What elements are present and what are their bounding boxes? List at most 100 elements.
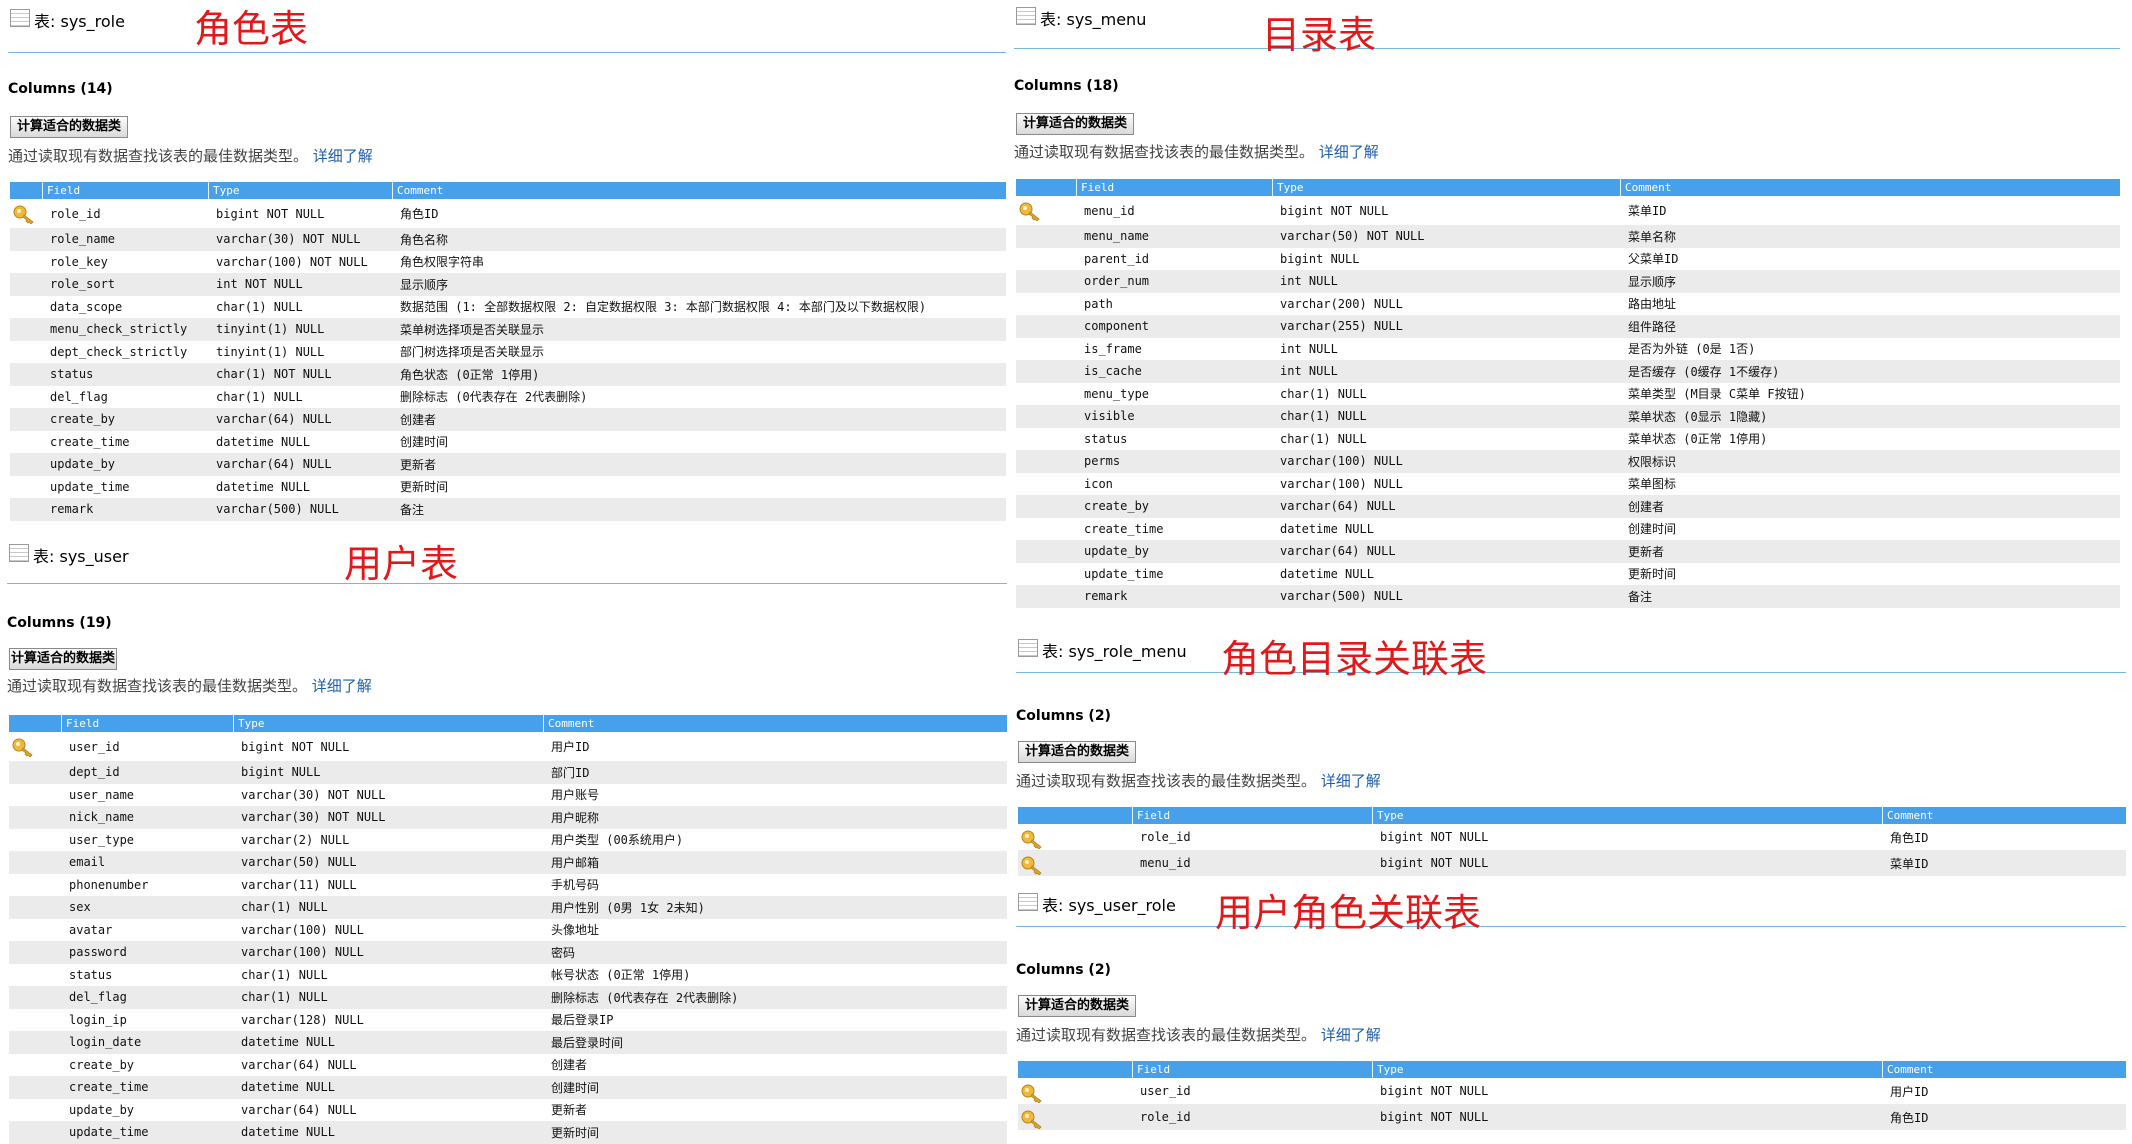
header-comment[interactable]: Comment <box>1620 179 2120 196</box>
table-row[interactable]: role_key varchar(100) NOT NULL 角色权限字符串 <box>10 251 1006 274</box>
table-header: 表: sys_role_menu 角色目录关联表 <box>1016 630 2126 681</box>
table-row[interactable]: create_by varchar(64) NULL 创建者 <box>10 408 1006 431</box>
table-row[interactable]: update_time datetime NULL 更新时间 <box>9 1121 1007 1144</box>
table-row[interactable]: status char(1) NOT NULL 角色状态 (0正常 1停用) <box>10 363 1006 386</box>
table-row[interactable]: dept_id bigint NULL 部门ID <box>9 761 1007 784</box>
table-row[interactable]: create_by varchar(64) NULL 创建者 <box>1016 495 2120 518</box>
calc-datatype-button[interactable]: 计算适合的数据类 <box>1018 995 1136 1017</box>
table-row[interactable]: menu_id bigint NOT NULL 菜单ID <box>1016 196 2120 225</box>
header-type[interactable]: Type <box>233 715 543 732</box>
table-row[interactable]: role_id bigint NOT NULL 角色ID <box>1018 824 2126 850</box>
table-name: 表: sys_role <box>34 12 125 31</box>
cell-field: create_by <box>1084 499 1150 514</box>
table-row[interactable]: menu_check_strictly tinyint(1) NULL 菜单树选择项… <box>10 318 1006 341</box>
table-row[interactable]: update_by varchar(64) NULL 更新者 <box>10 453 1006 476</box>
header-type[interactable]: Type <box>1272 179 1620 196</box>
table-row[interactable]: password varchar(100) NULL 密码 <box>9 941 1007 964</box>
table-row[interactable]: remark varchar(500) NULL 备注 <box>10 498 1006 521</box>
table-row[interactable]: role_id bigint NOT NULL 角色ID <box>10 199 1006 228</box>
learn-more-link[interactable]: 详细了解 <box>313 147 373 165</box>
calc-datatype-button[interactable]: 计算适合的数据类 <box>9 648 117 670</box>
header-field[interactable]: Field <box>1132 1061 1372 1078</box>
table-row[interactable]: is_cache int NULL 是否缓存 (0缓存 1不缓存) <box>1016 360 2120 383</box>
table-row[interactable]: avatar varchar(100) NULL 头像地址 <box>9 919 1007 942</box>
header-type[interactable]: Type <box>1372 807 1882 824</box>
cell-type: varchar(64) NULL <box>241 1102 357 1117</box>
table-row[interactable]: update_time datetime NULL 更新时间 <box>10 476 1006 499</box>
cell-field: role_name <box>50 232 116 247</box>
table-row[interactable]: login_ip varchar(128) NULL 最后登录IP <box>9 1009 1007 1032</box>
learn-more-link[interactable]: 详细了解 <box>1321 1026 1381 1044</box>
table-row[interactable]: data_scope char(1) NULL 数据范围 (1: 全部数据权限 2:… <box>10 296 1006 319</box>
description: 通过读取现有数据查找该表的最佳数据类型。 详细了解 <box>1014 141 1379 162</box>
cell-comment: 创建者 <box>551 1058 588 1073</box>
table-row[interactable]: del_flag char(1) NULL 删除标志 (0代表存在 2代表删除) <box>10 386 1006 409</box>
table-row[interactable]: create_by varchar(64) NULL 创建者 <box>9 1054 1007 1077</box>
table-row[interactable]: icon varchar(100) NULL 菜单图标 <box>1016 473 2120 496</box>
table-row[interactable]: perms varchar(100) NULL 权限标识 <box>1016 450 2120 473</box>
cell-comment: 角色ID <box>400 207 439 221</box>
panel-sys-role: 表: sys_role 角色表 Columns (14) 计算适合的数据类 通过… <box>8 0 1006 535</box>
table-row[interactable]: role_name varchar(30) NOT NULL 角色名称 <box>10 228 1006 251</box>
description-text: 通过读取现有数据查找该表的最佳数据类型。 <box>1016 772 1317 790</box>
columns-table: Field Type Comment user_id bigint NOT NUL… <box>1018 1061 2126 1130</box>
header-comment[interactable]: Comment <box>543 715 1007 732</box>
header-comment[interactable]: Comment <box>392 182 1006 199</box>
table-row[interactable]: del_flag char(1) NULL 删除标志 (0代表存在 2代表删除) <box>9 986 1007 1009</box>
header-field[interactable]: Field <box>1076 179 1272 196</box>
header-field[interactable]: Field <box>42 182 208 199</box>
table-row[interactable]: status char(1) NULL 菜单状态 (0正常 1停用) <box>1016 428 2120 451</box>
cell-type: datetime NULL <box>1280 566 1374 581</box>
cell-comment: 最后登录IP <box>551 1013 614 1028</box>
table-row[interactable]: user_id bigint NOT NULL 用户ID <box>1018 1078 2126 1104</box>
table-row[interactable]: dept_check_strictly tinyint(1) NULL 部门树选择项… <box>10 341 1006 364</box>
table-row[interactable]: status char(1) NULL 帐号状态 (0正常 1停用) <box>9 964 1007 987</box>
cell-field: role_key <box>50 254 108 269</box>
calc-datatype-button[interactable]: 计算适合的数据类 <box>10 116 128 138</box>
calc-datatype-button[interactable]: 计算适合的数据类 <box>1016 113 1134 135</box>
table-row[interactable]: role_sort int NOT NULL 显示顺序 <box>10 273 1006 296</box>
cell-field: user_id <box>1140 1084 1191 1098</box>
cell-comment: 部门ID <box>551 765 590 780</box>
cell-type: bigint NOT NULL <box>1380 830 1489 844</box>
table-row[interactable]: login_date datetime NULL 最后登录时间 <box>9 1031 1007 1054</box>
cell-comment: 菜单树选择项是否关联显示 <box>400 322 545 337</box>
header-type[interactable]: Type <box>1372 1061 1882 1078</box>
table-row[interactable]: path varchar(200) NULL 路由地址 <box>1016 293 2120 316</box>
calc-datatype-button[interactable]: 计算适合的数据类 <box>1018 741 1136 763</box>
table-row[interactable]: order_num int NULL 显示顺序 <box>1016 270 2120 293</box>
header-field[interactable]: Field <box>61 715 233 732</box>
table-row[interactable]: role_id bigint NOT NULL 角色ID <box>1018 1104 2126 1130</box>
header-comment[interactable]: Comment <box>1882 807 2126 824</box>
header-comment[interactable]: Comment <box>1882 1061 2126 1078</box>
cell-comment: 更新时间 <box>400 480 449 495</box>
table-row[interactable]: phonenumber varchar(11) NULL 手机号码 <box>9 874 1007 897</box>
table-row[interactable]: create_time datetime NULL 创建时间 <box>9 1076 1007 1099</box>
learn-more-link[interactable]: 详细了解 <box>312 677 372 695</box>
table-row[interactable]: update_by varchar(64) NULL 更新者 <box>1016 540 2120 563</box>
table-row[interactable]: create_time datetime NULL 创建时间 <box>1016 518 2120 541</box>
table-row[interactable]: menu_name varchar(50) NOT NULL 菜单名称 <box>1016 225 2120 248</box>
table-row[interactable]: menu_type char(1) NULL 菜单类型 (M目录 C菜单 F按钮) <box>1016 383 2120 406</box>
table-row[interactable]: create_time datetime NULL 创建时间 <box>10 431 1006 454</box>
learn-more-link[interactable]: 详细了解 <box>1319 143 1379 161</box>
table-row[interactable]: sex char(1) NULL 用户性别 (0男 1女 2未知) <box>9 896 1007 919</box>
learn-more-link[interactable]: 详细了解 <box>1321 772 1381 790</box>
table-row[interactable]: user_name varchar(30) NOT NULL 用户账号 <box>9 784 1007 807</box>
table-row[interactable]: update_by varchar(64) NULL 更新者 <box>9 1099 1007 1122</box>
table-row[interactable]: remark varchar(500) NULL 备注 <box>1016 585 2120 608</box>
header-field[interactable]: Field <box>1132 807 1372 824</box>
table-row[interactable]: update_time datetime NULL 更新时间 <box>1016 563 2120 586</box>
table-icon <box>9 544 29 562</box>
table-row[interactable]: email varchar(50) NULL 用户邮箱 <box>9 851 1007 874</box>
header-type[interactable]: Type <box>208 182 392 199</box>
table-row[interactable]: user_id bigint NOT NULL 用户ID <box>9 732 1007 761</box>
table-row[interactable]: parent_id bigint NULL 父菜单ID <box>1016 248 2120 271</box>
table-row[interactable]: visible char(1) NULL 菜单状态 (0显示 1隐藏) <box>1016 405 2120 428</box>
table-row[interactable]: is_frame int NULL 是否为外链 (0是 1否) <box>1016 338 2120 361</box>
table-row[interactable]: menu_id bigint NOT NULL 菜单ID <box>1018 850 2126 876</box>
table-row[interactable]: user_type varchar(2) NULL 用户类型 (00系统用户) <box>9 829 1007 852</box>
table-row[interactable]: component varchar(255) NULL 组件路径 <box>1016 315 2120 338</box>
panel-sys-role-menu: 表: sys_role_menu 角色目录关联表 Columns (2) 计算适… <box>1016 630 2126 883</box>
table-row[interactable]: nick_name varchar(30) NOT NULL 用户昵称 <box>9 806 1007 829</box>
